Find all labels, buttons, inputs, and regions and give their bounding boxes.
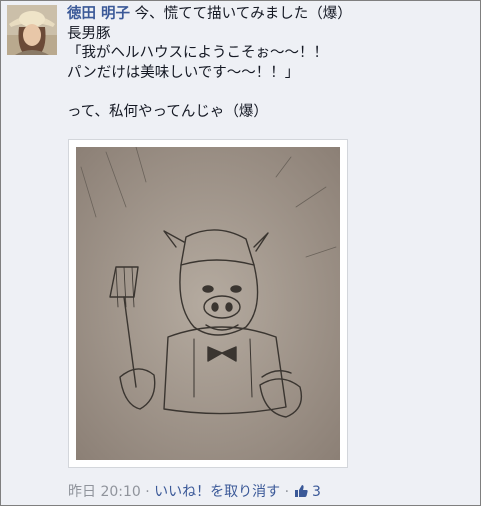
post-first-line: 徳田 明子 今、慌てて描いてみました（爆） <box>67 5 472 25</box>
post-text-line: 今、慌てて描いてみました（爆） <box>134 6 352 22</box>
avatar-image <box>7 5 57 55</box>
unlike-button[interactable]: いいね！を取り消す <box>154 484 280 500</box>
thumbs-up-icon[interactable] <box>294 484 308 502</box>
post-body: 徳田 明子 今、慌てて描いてみました（爆） 長男豚 「我がヘルハウスにようこそぉ… <box>67 5 472 122</box>
pig-sketch-photo <box>76 146 340 460</box>
author-name[interactable]: 徳田 明子 <box>67 6 130 22</box>
post-text-line: って、私何やってんじゃ（爆） <box>67 103 268 120</box>
comment-container: 徳田 明子 今、慌てて描いてみました（爆） 長男豚 「我がヘルハウスにようこそぉ… <box>0 0 481 506</box>
comment-footer: 昨日 20:10 · いいね！を取り消す · 3 <box>68 481 321 502</box>
separator-dot: · <box>145 484 150 500</box>
separator-dot: · <box>284 484 290 500</box>
post-text-line: 長男豚 <box>67 25 111 42</box>
attached-photo[interactable] <box>68 139 348 468</box>
post-text-line: パンだけは美味しいです〜〜！！」 <box>67 64 300 81</box>
avatar[interactable] <box>7 5 57 55</box>
post-text-line: 「我がヘルハウスにようこそぉ〜〜！！ <box>67 45 328 61</box>
pig-sketch-image <box>76 146 340 460</box>
like-count[interactable]: 3 <box>312 484 321 500</box>
timestamp[interactable]: 昨日 20:10 <box>68 484 141 500</box>
